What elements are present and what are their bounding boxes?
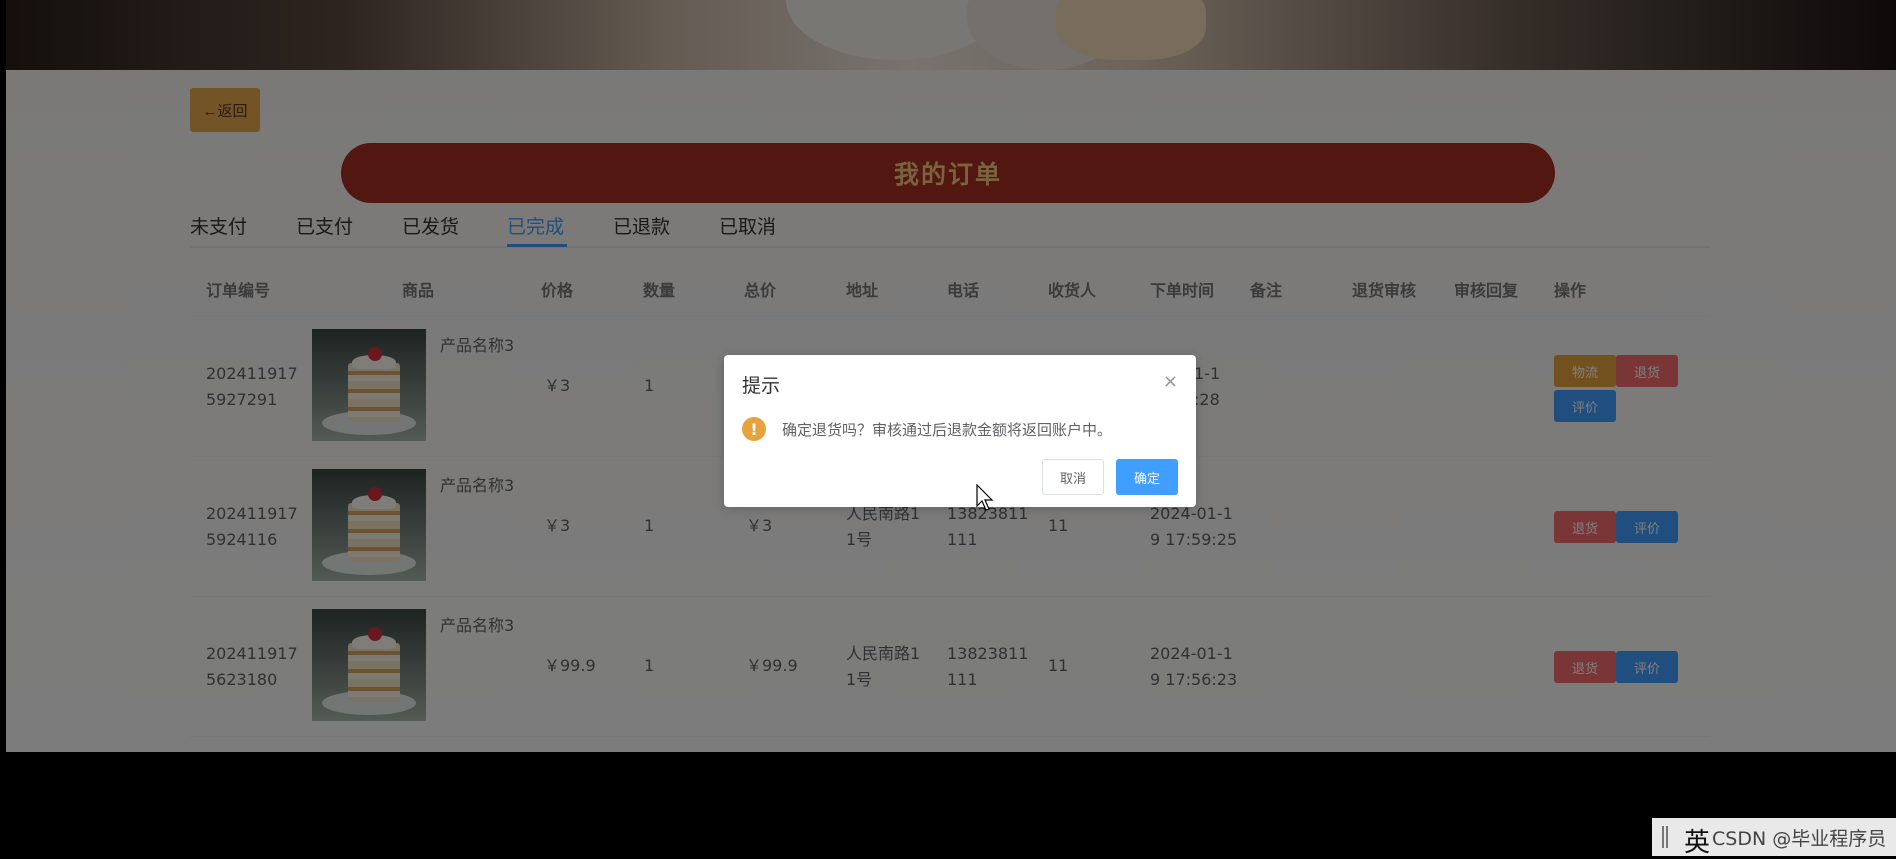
ime-indicator[interactable]: 英 [1684, 822, 1710, 859]
dialog-title: 提示 [742, 375, 781, 397]
cancel-button[interactable]: 取消 [1042, 459, 1104, 495]
confirm-button[interactable]: 确定 [1116, 459, 1178, 495]
mouse-cursor-icon [976, 484, 994, 511]
close-icon[interactable]: × [1163, 371, 1178, 392]
confirm-refund-dialog: 提示 × ! 确定退货吗？审核通过后退款金额将返回账户中。 取消 确定 [724, 355, 1196, 507]
taskbar-separator [1662, 826, 1668, 848]
dialog-message: 确定退货吗？审核通过后退款金额将返回账户中。 [782, 421, 1113, 439]
warning-icon: ! [742, 417, 766, 441]
system-taskbar: 英 CSDN @毕业程序员 [1652, 818, 1896, 859]
watermark: CSDN @毕业程序员 [1712, 828, 1887, 850]
